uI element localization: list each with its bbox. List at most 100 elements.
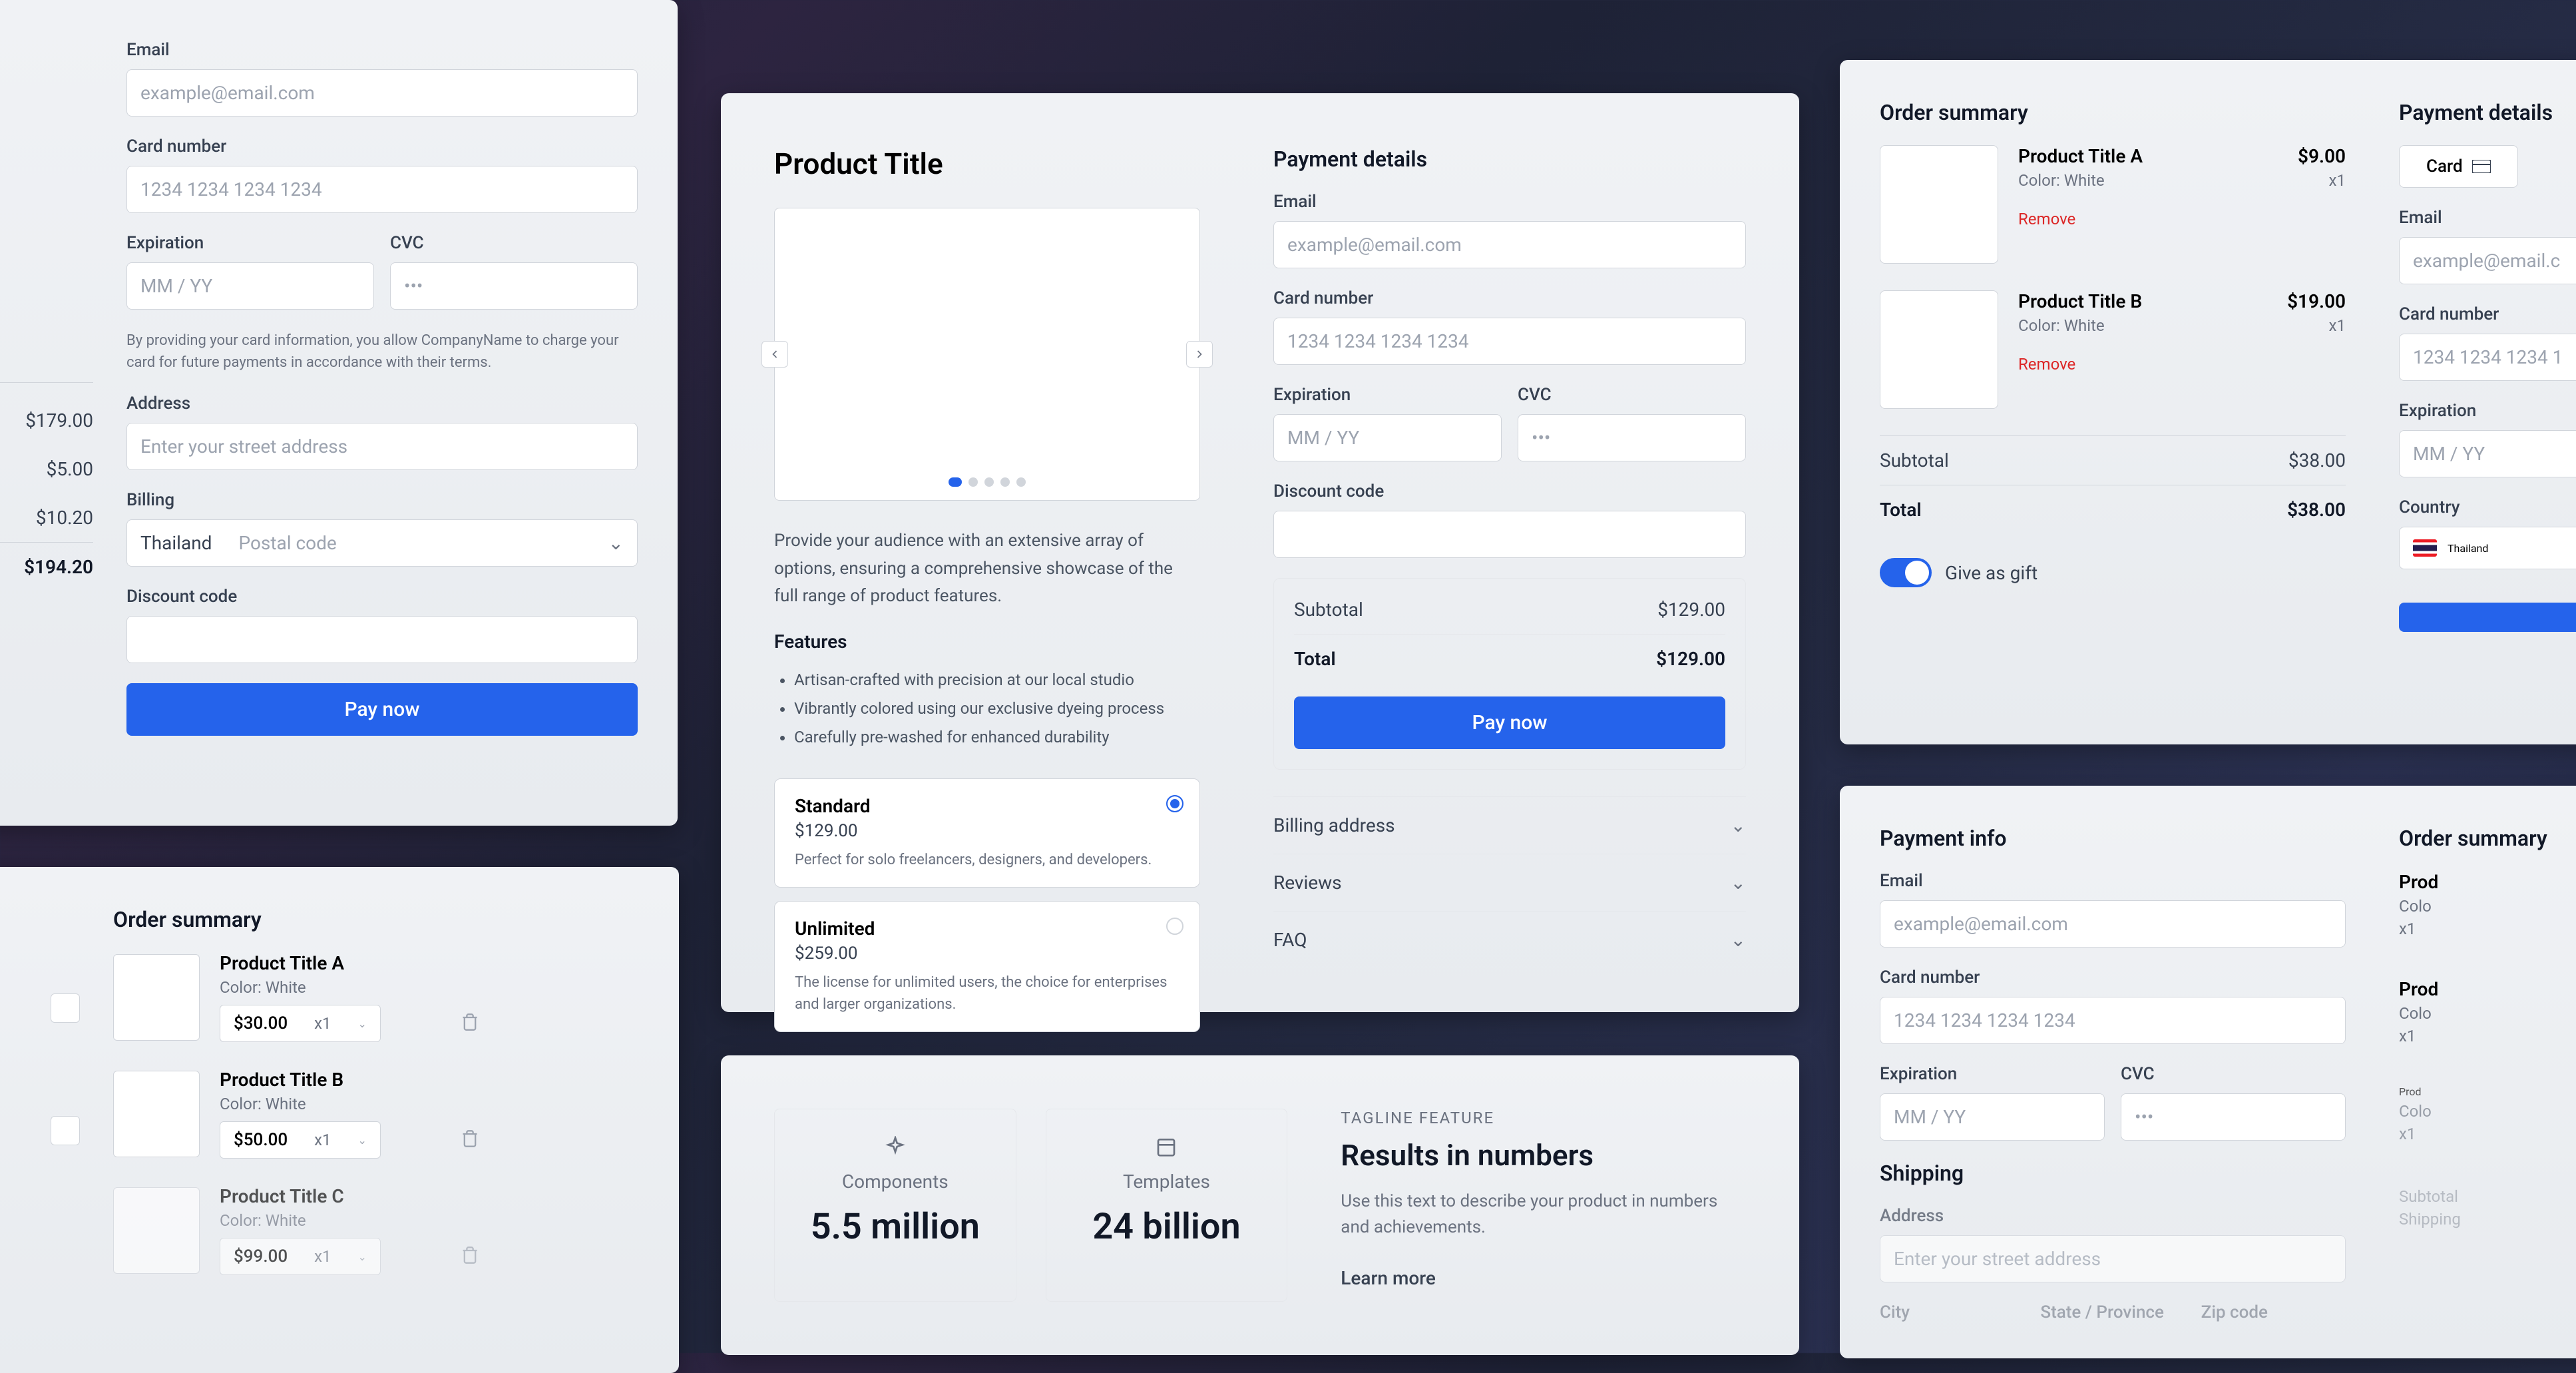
carousel-dots [949,477,1026,487]
order-totals-column: Remove Remove Remove $179.00 $5.00 $10.2… [0,40,93,786]
card-number-field[interactable] [1273,318,1746,365]
cvc-field[interactable] [1518,414,1746,461]
remove-link[interactable]: Remove [0,67,93,85]
card-number-label: Card number [1273,288,1746,308]
email-field[interactable] [1880,900,2346,948]
country-select[interactable]: Thailand Postal code ⌄ [126,519,638,567]
order-item: Product Title A Color: White $9.00 x1 Re… [1880,145,2346,264]
carousel-next-button[interactable] [1186,341,1213,368]
address-label: Address [126,394,638,413]
radio-checked-icon[interactable] [1166,795,1183,812]
remove-link[interactable]: Remove [2018,355,2075,374]
product-name: Prod [2399,1085,2576,1098]
carousel-dot[interactable] [984,477,994,487]
remove-link[interactable]: Remove [2018,210,2075,228]
payment-details-heading: Payment details [1273,146,1746,172]
payment-details-heading: Payment details [2399,100,2576,125]
discount-field[interactable] [126,616,638,663]
product-name: Product Title B [220,1069,639,1091]
email-label: Email [1880,871,2346,891]
card-method-pill[interactable]: Card [2399,145,2518,188]
plan-price: $129.00 [795,821,1180,841]
country-value: Thailand [2448,542,2488,555]
carousel-dot[interactable] [968,477,978,487]
card-disclaimer: By providing your card information, you … [126,330,638,374]
stats-copy: TAGLINE FEATURE Results in numbers Use t… [1301,1109,1746,1302]
chevron-left-icon [768,348,781,361]
product-qty: x1 [2399,920,2576,938]
expiration-field[interactable] [1273,414,1502,461]
email-field[interactable] [126,69,638,117]
accordion-label: Reviews [1273,872,1342,894]
stats-description: Use this text to describe your product i… [1341,1189,1746,1240]
product-color: Colo [2399,1102,2576,1121]
remove-link[interactable]: Remove [0,172,93,190]
order-summary-card-right: Order summary Product Title A Color: Whi… [1840,60,2576,744]
radio-icon[interactable] [1166,918,1183,935]
order-item: Prod Colo x1 [2399,978,2576,1045]
accordion-reviews[interactable]: Reviews ⌄ [1273,854,1746,911]
remove-link[interactable]: Remove [0,277,93,296]
subtotal-row: Subtotal$129.00 [1294,585,1725,634]
qty-price-box[interactable]: $50.00 x1 ⌄ [220,1121,381,1159]
learn-more-link[interactable]: Learn more [1341,1267,1746,1289]
carousel-dot[interactable] [949,477,962,487]
trash-icon[interactable] [461,1246,479,1267]
qty-price-box[interactable]: $99.00 x1 ⌄ [220,1238,381,1275]
trash-icon[interactable] [461,1013,479,1034]
expiration-label: Expiration [1273,385,1502,405]
cvc-field[interactable] [390,262,638,310]
plan-standard[interactable]: Standard $129.00 Perfect for solo freela… [774,778,1200,888]
zip-label: Zip code [2201,1302,2346,1322]
carousel-prev-button[interactable] [761,341,788,368]
expiration-label: Expiration [2399,401,2576,421]
shipping-heading: Shipping [1880,1161,2346,1186]
qty-price-box[interactable]: $30.00 x1 ⌄ [220,1005,381,1042]
expiration-field[interactable] [1880,1093,2105,1141]
city-state-zip-row: City State / Province Zip code [1880,1302,2346,1332]
product-color: Colo [2399,1004,2576,1023]
plan-price: $259.00 [795,944,1180,963]
plan-unlimited[interactable]: Unlimited $259.00 The license for unlimi… [774,901,1200,1032]
order-item: Prod Colo x1 [2399,1085,2576,1143]
product-qty: x1 [2399,1125,2576,1143]
qty: x1 [314,1131,331,1149]
discount-field[interactable] [1273,511,1746,558]
features-heading: Features [774,631,1200,653]
email-field[interactable] [1273,221,1746,268]
gift-toggle-row: Give as gift [1880,558,2346,587]
address-field[interactable] [1880,1235,2346,1282]
accordion-faq[interactable]: FAQ ⌄ [1273,911,1746,968]
card-number-field[interactable] [126,166,638,213]
order-item: Product Title B Color: White $19.00 x1 R… [1880,290,2346,409]
price: $50.00 [234,1130,288,1150]
email-field[interactable] [2399,237,2576,284]
postal-code-placeholder: Postal code [238,532,336,554]
product-thumbnail [113,1187,200,1274]
checkbox[interactable] [51,993,80,1023]
price: $30.00 [234,1013,288,1033]
pay-button[interactable] [2399,603,2576,632]
carousel-dot[interactable] [1016,477,1026,487]
card-number-field[interactable] [1880,997,2346,1044]
cvc-field[interactable] [2121,1093,2346,1141]
order-items-column: Order summary Product Title A Color: Whi… [113,907,639,1333]
country-select[interactable]: Thailand [2399,527,2576,569]
pay-now-button[interactable]: Pay now [1294,696,1725,749]
pay-now-button[interactable]: Pay now [126,683,638,736]
checkbox[interactable] [51,1116,80,1145]
address-field[interactable] [126,423,638,470]
expiration-label: Expiration [126,233,374,253]
feature-item: Vibrantly colored using our exclusive dy… [794,694,1200,723]
price-row: $179.00 [0,396,93,445]
expiration-field[interactable] [2399,430,2576,477]
expiration-field[interactable] [126,262,374,310]
accordion-billing-address[interactable]: Billing address ⌄ [1273,796,1746,854]
chevron-down-icon: ⌄ [608,532,624,554]
card-number-field[interactable] [2399,334,2576,381]
trash-icon[interactable] [461,1129,479,1151]
product-detail-card: Product Title Provide your audience with… [721,93,1799,1012]
carousel-dot[interactable] [1000,477,1010,487]
gift-toggle[interactable] [1880,558,1932,587]
checkbox-column [0,907,80,1333]
